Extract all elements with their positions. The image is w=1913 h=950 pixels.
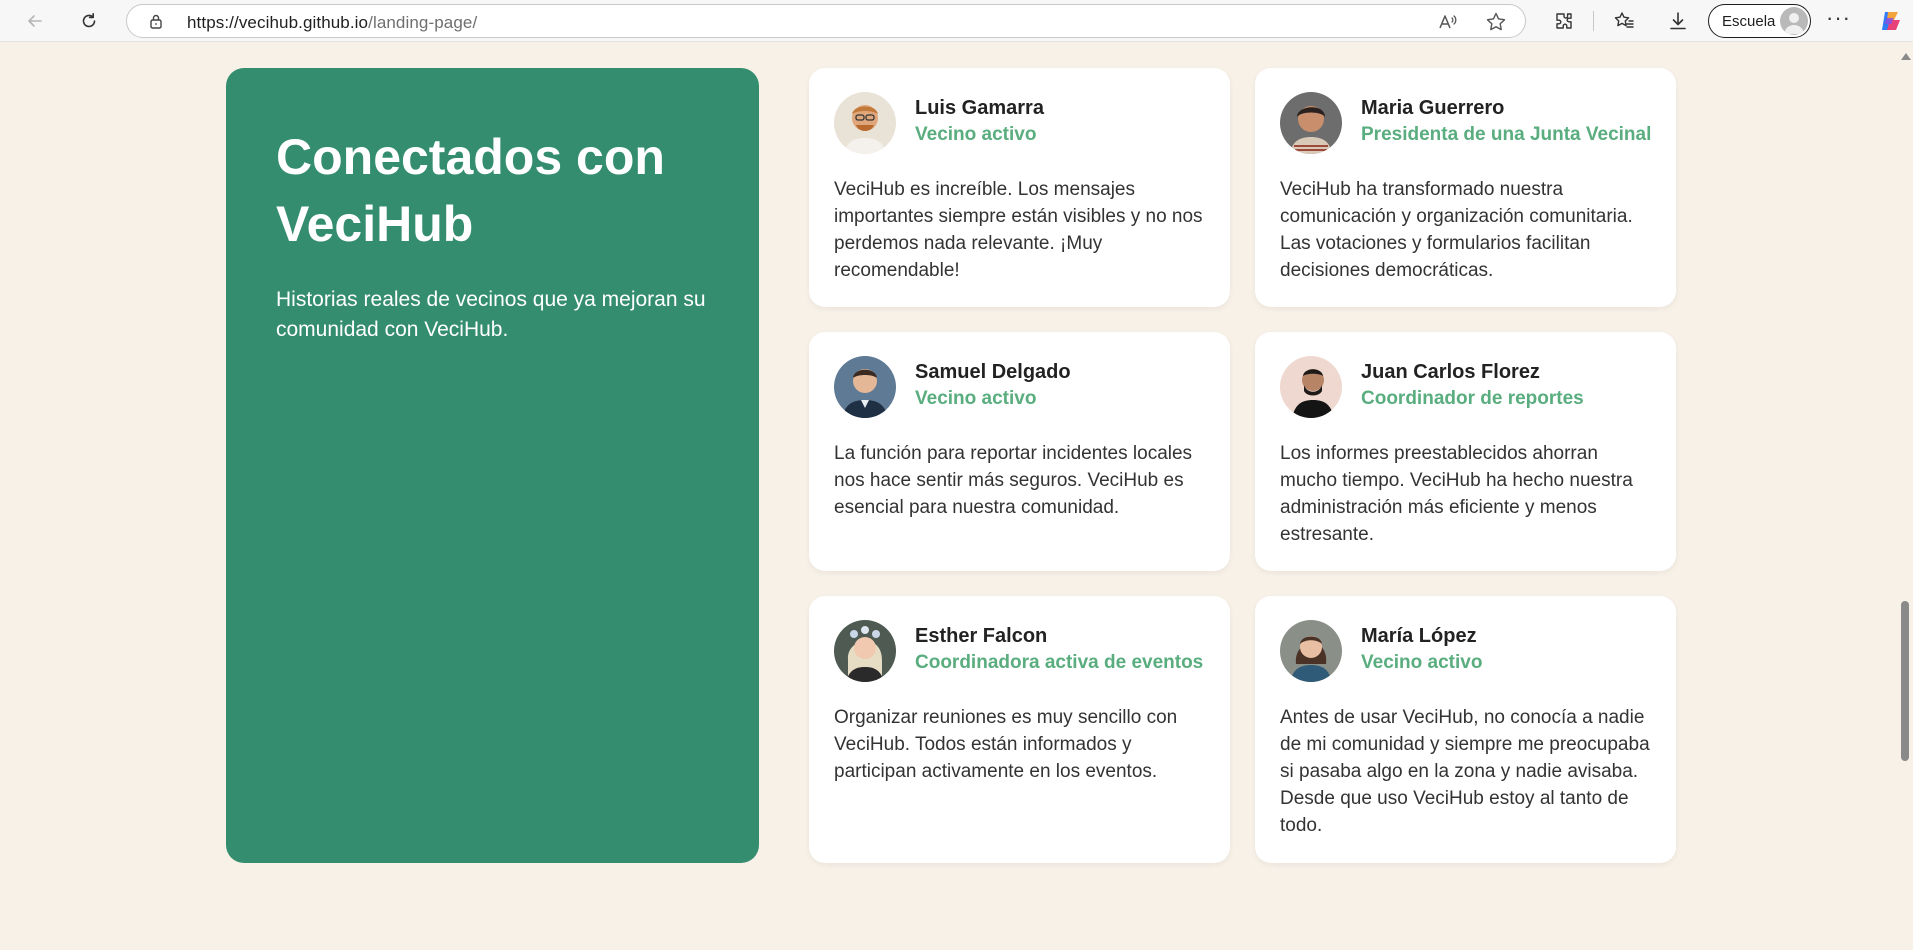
testimonials-hero-panel: Conectados con VeciHub Historias reales …	[226, 68, 759, 863]
testimonial-role: Vecino activo	[915, 388, 1037, 409]
testimonial-name: Samuel Delgado	[915, 361, 1071, 383]
browser-toolbar: https://vecihub.github.io/landing-page/ …	[0, 0, 1913, 42]
read-aloud-icon[interactable]	[1437, 11, 1459, 33]
testimonial-role: Vecino activo	[1361, 652, 1483, 673]
testimonial-name: Juan Carlos Florez	[1361, 361, 1540, 383]
back-arrow-icon	[28, 15, 42, 27]
testimonial-quote: VeciHub ha transformado nuestra comunica…	[1280, 179, 1633, 281]
hero-title: Conectados con VeciHub	[276, 129, 665, 252]
testimonial-card: Maria Guerrero Presidenta de una Junta V…	[1255, 68, 1676, 307]
avatar	[1280, 92, 1342, 154]
url-text[interactable]: https://vecihub.github.io/landing-page/	[187, 13, 477, 33]
extensions-icon[interactable]	[1552, 9, 1576, 33]
scroll-up-arrow-icon[interactable]	[1901, 53, 1911, 60]
avatar	[1280, 620, 1342, 682]
profile-label: Escuela	[1722, 13, 1776, 30]
testimonial-role: Vecino activo	[915, 124, 1037, 145]
testimonial-name: Maria Guerrero	[1361, 97, 1505, 119]
landing-page: Conectados con VeciHub Historias reales …	[0, 43, 1897, 950]
profile-avatar-icon	[1780, 7, 1808, 35]
refresh-button[interactable]	[73, 5, 105, 37]
testimonial-role: Coordinadora activa de eventos	[915, 652, 1204, 673]
more-options-button[interactable]: ···	[1826, 7, 1851, 29]
testimonial-name: Esther Falcon	[915, 625, 1048, 647]
testimonial-card: Juan Carlos Florez Coordinador de report…	[1255, 332, 1676, 571]
testimonial-role: Presidenta de una Junta Vecinal	[1361, 124, 1652, 145]
profile-button[interactable]: Escuela	[1708, 4, 1811, 38]
testimonial-quote: Los informes preestablecidos ahorran muc…	[1280, 443, 1633, 545]
url-host: https://vecihub.github.io	[187, 13, 369, 32]
testimonial-name: Luis Gamarra	[915, 97, 1044, 119]
testimonial-quote: VeciHub es increíble. Los mensajes impor…	[834, 179, 1203, 281]
favorites-icon[interactable]	[1612, 9, 1636, 33]
back-button[interactable]	[19, 5, 51, 37]
testimonial-quote: La función para reportar incidentes loca…	[834, 443, 1193, 518]
avatar	[834, 92, 896, 154]
testimonial-role: Coordinador de reportes	[1361, 388, 1584, 409]
testimonial-name: María López	[1361, 625, 1477, 647]
testimonial-quote: Organizar reuniones es muy sencillo con …	[834, 707, 1178, 782]
copilot-icon[interactable]	[1878, 8, 1904, 34]
testimonial-card: Luis Gamarra Vecino activo VeciHub es in…	[809, 68, 1230, 307]
testimonial-card: María López Vecino activo Antes de usar …	[1255, 596, 1676, 863]
testimonial-quote: Antes de usar VeciHub, no conocía a nadi…	[1280, 707, 1650, 836]
testimonial-card: Samuel Delgado Vecino activo La función …	[809, 332, 1230, 571]
avatar	[834, 356, 896, 418]
scrollbar-thumb[interactable]	[1901, 601, 1909, 761]
avatar	[1280, 356, 1342, 418]
address-bar[interactable]: https://vecihub.github.io/landing-page/	[126, 4, 1526, 38]
refresh-icon	[82, 13, 96, 28]
testimonial-card: Esther Falcon Coordinadora activa de eve…	[809, 596, 1230, 863]
downloads-icon[interactable]	[1666, 9, 1690, 33]
favorite-star-icon[interactable]	[1485, 11, 1507, 33]
hero-subtitle: Historias reales de vecinos que ya mejor…	[276, 288, 706, 341]
lock-icon[interactable]	[148, 13, 164, 29]
url-path: /landing-page/	[368, 13, 478, 32]
page-scrollbar[interactable]	[1897, 43, 1913, 950]
avatar	[834, 620, 896, 682]
toolbar-separator	[1593, 11, 1594, 31]
